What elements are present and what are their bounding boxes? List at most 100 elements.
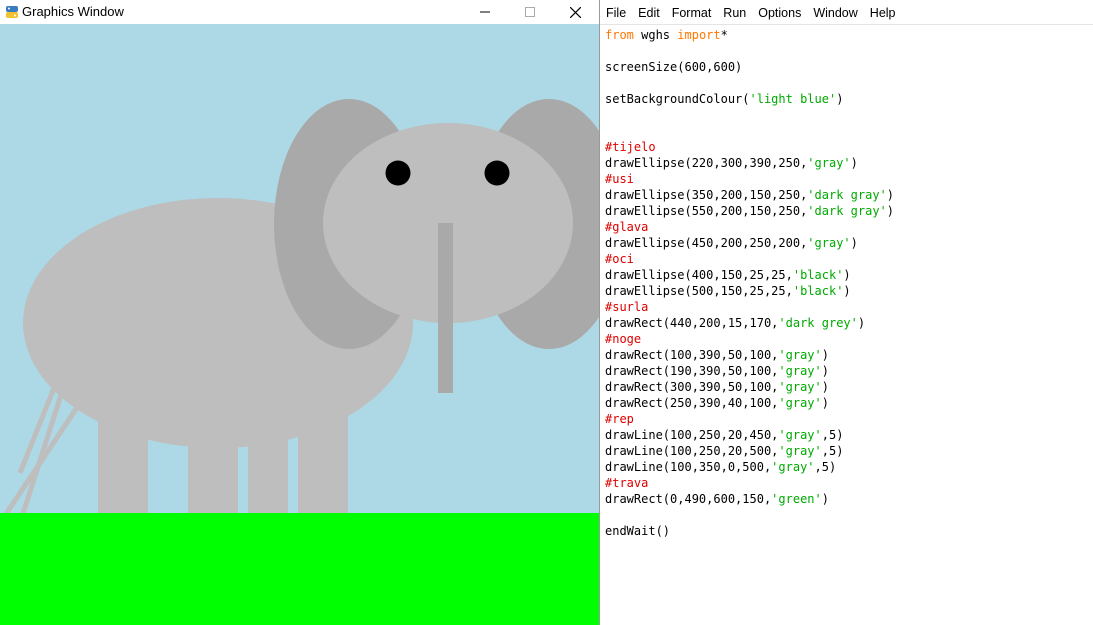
code-text: drawEllipse(220,300,390,250, — [605, 156, 808, 170]
code-line: drawRect(300,390,50,100,'gray') — [605, 379, 1090, 395]
code-line: ​ — [605, 43, 1090, 59]
code-text: screenSize(600,600) — [605, 60, 743, 74]
minimize-icon — [480, 11, 490, 13]
code-text: ,5) — [821, 428, 844, 442]
elephant-leg-4 — [248, 413, 288, 513]
code-line: drawLine(100,350,0,500,'gray',5) — [605, 459, 1090, 475]
code-text: drawRect(190,390,50,100, — [605, 364, 779, 378]
code-string: 'gray' — [778, 348, 822, 362]
code-line: drawEllipse(500,150,25,25,'black') — [605, 283, 1090, 299]
code-string: 'dark gray' — [807, 204, 887, 218]
code-text: ) — [843, 284, 851, 298]
elephant-leg-1 — [98, 413, 148, 513]
elephant-trunk — [438, 223, 453, 393]
elephant-leg-3 — [298, 413, 348, 513]
maximize-button[interactable] — [507, 0, 553, 24]
code-string: 'black' — [792, 284, 844, 298]
menu-run[interactable]: Run — [717, 0, 752, 25]
code-string: 'light blue' — [749, 92, 837, 106]
code-text: drawEllipse(400,150,25,25, — [605, 268, 793, 282]
close-icon — [569, 6, 581, 18]
code-text: ) — [821, 492, 829, 506]
code-line: #usi — [605, 171, 1090, 187]
code-comment: #trava — [605, 476, 649, 490]
code-text: drawEllipse(500,150,25,25, — [605, 284, 793, 298]
code-line: drawEllipse(220,300,390,250,'gray') — [605, 155, 1090, 171]
code-comment: #noge — [605, 332, 642, 346]
code-line: drawRect(440,200,15,170,'dark grey') — [605, 315, 1090, 331]
menu-bar: File Edit Format Run Options Window Help — [600, 0, 1093, 25]
menu-format[interactable]: Format — [666, 0, 718, 25]
code-text: drawLine(100,250,20,450, — [605, 428, 779, 442]
code-line: drawRect(0,490,600,150,'green') — [605, 491, 1090, 507]
code-line: #surla — [605, 299, 1090, 315]
code-text: drawRect(250,390,40,100, — [605, 396, 779, 410]
code-comment: #oci — [605, 252, 634, 266]
code-comment: #usi — [605, 172, 634, 186]
code-text: ) — [836, 92, 844, 106]
code-text: ) — [821, 348, 829, 362]
graphics-window-titlebar[interactable]: Graphics Window — [0, 0, 600, 24]
code-line: setBackgroundColour('light blue') — [605, 91, 1090, 107]
code-text: drawRect(100,390,50,100, — [605, 348, 779, 362]
code-text: ) — [857, 316, 866, 330]
menu-window[interactable]: Window — [807, 0, 863, 25]
code-comment: #glava — [605, 220, 649, 234]
code-text: drawEllipse(450,200,250,200, — [605, 236, 808, 250]
code-comment: #surla — [605, 300, 649, 314]
code-line: #oci — [605, 251, 1090, 267]
code-text: ) — [886, 204, 895, 218]
code-line: ​ — [605, 75, 1090, 91]
code-line: drawRect(190,390,50,100,'gray') — [605, 363, 1090, 379]
window-title: Graphics Window — [22, 4, 124, 19]
menu-help[interactable]: Help — [864, 0, 902, 25]
code-string: 'gray' — [807, 236, 851, 250]
graphics-window: Graphics Window — [0, 0, 600, 625]
code-text: drawLine(100,350,0,500, — [605, 460, 772, 474]
menu-options[interactable]: Options — [752, 0, 807, 25]
code-text: ) — [821, 396, 829, 410]
code-line: from wghs import* — [605, 27, 1090, 43]
code-line: #trava — [605, 475, 1090, 491]
code-line: drawRect(250,390,40,100,'gray') — [605, 395, 1090, 411]
code-text: ,5) — [814, 460, 837, 474]
drawing-canvas — [0, 24, 599, 625]
code-line: screenSize(600,600) — [605, 59, 1090, 75]
code-string: 'black' — [792, 268, 844, 282]
code-text: * — [720, 28, 728, 42]
code-text: setBackgroundColour( — [605, 92, 750, 106]
code-line: #tijelo — [605, 139, 1090, 155]
elephant-leg-2 — [188, 413, 238, 513]
code-text: drawEllipse(550,200,150,250, — [605, 204, 808, 218]
code-string: 'gray' — [778, 444, 822, 458]
minimize-button[interactable] — [462, 0, 508, 24]
code-line: drawEllipse(400,150,25,25,'black') — [605, 267, 1090, 283]
grass — [0, 513, 599, 625]
code-keyword: import — [677, 28, 721, 42]
elephant-eye-left — [385, 160, 411, 186]
code-string: 'gray' — [771, 460, 815, 474]
code-text: ,5) — [821, 444, 844, 458]
code-string: 'gray' — [807, 156, 851, 170]
code-line: drawEllipse(450,200,250,200,'gray') — [605, 235, 1090, 251]
code-comment: #tijelo — [605, 140, 656, 154]
code-line: ​ — [605, 507, 1090, 523]
code-string: 'dark grey' — [778, 316, 858, 330]
menu-edit[interactable]: Edit — [632, 0, 666, 25]
close-button[interactable] — [552, 0, 598, 24]
code-editor[interactable]: from wghs import*​screenSize(600,600)​se… — [605, 27, 1090, 539]
code-string: 'gray' — [778, 428, 822, 442]
code-text: ) — [821, 364, 829, 378]
code-text: ) — [850, 156, 858, 170]
code-string: 'gray' — [778, 364, 822, 378]
menu-file[interactable]: File — [600, 0, 632, 25]
code-text: endWait() — [605, 524, 671, 538]
code-comment: #rep — [605, 412, 634, 426]
code-string: 'gray' — [778, 396, 822, 410]
code-line: #noge — [605, 331, 1090, 347]
code-line: drawLine(100,250,20,450,'gray',5) — [605, 427, 1090, 443]
editor-window: File Edit Format Run Options Window Help from … — [600, 0, 1093, 625]
code-text: ) — [886, 188, 895, 202]
code-text: drawRect(300,390,50,100, — [605, 380, 779, 394]
code-text: ) — [850, 236, 858, 250]
